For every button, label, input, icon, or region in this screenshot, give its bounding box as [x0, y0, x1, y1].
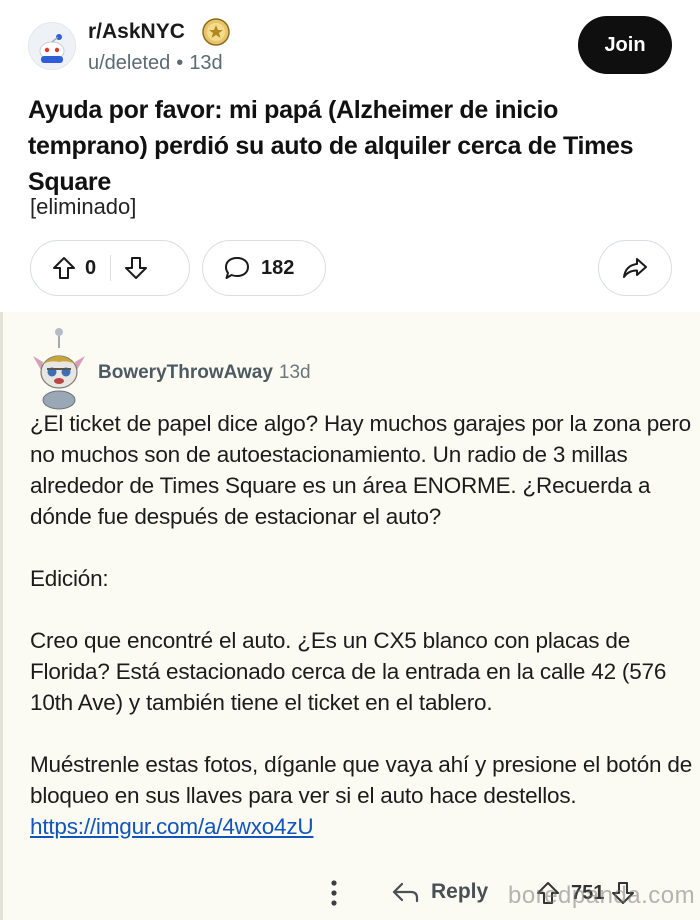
comment-meta: BoweryThrowAway 13d [98, 362, 311, 384]
post-age: 13d [189, 52, 223, 74]
share-button[interactable] [598, 240, 672, 296]
post-title[interactable]: Ayuda por favor: mi papá (Alzheimer de i… [28, 92, 678, 200]
comment-paragraph-3: Creo que encontré el auto. ¿Es un CX5 bl… [30, 628, 667, 715]
subreddit-name[interactable]: r/AskNYC [88, 20, 185, 44]
comment-author[interactable]: BoweryThrowAway [98, 362, 273, 383]
join-button[interactable]: Join [578, 16, 672, 74]
watermark: boredpanda.com [508, 882, 696, 909]
comment-bubble-icon [225, 257, 249, 279]
comment-paragraph-2: Edición: [30, 566, 109, 591]
award-icon [202, 18, 230, 46]
comment-paragraph-1: ¿El ticket de papel dice algo? Hay mucho… [30, 411, 691, 529]
upvote-arrow-icon[interactable] [51, 255, 77, 281]
user-avatar-icon[interactable] [29, 326, 89, 410]
comment-thread: BoweryThrowAway 13d ¿El ticket de papel d… [0, 312, 700, 920]
snoo-avatar-icon[interactable] [28, 22, 76, 70]
comment-count: 182 [261, 256, 295, 279]
post-author[interactable]: u/deleted [88, 52, 170, 74]
downvote-arrow-icon[interactable] [123, 255, 149, 281]
comment-age: 13d [278, 362, 311, 383]
share-arrow-icon [623, 258, 647, 278]
meta-dot: • [176, 52, 184, 74]
post-card: r/AskNYC u/deleted • 13d Join Ayuda por fa… [0, 0, 700, 312]
more-options-icon[interactable] [327, 878, 341, 908]
post-meta: u/deleted • 13d [88, 52, 223, 75]
comment-body: ¿El ticket de papel dice algo? Hay mucho… [30, 408, 700, 842]
reply-label: Reply [431, 880, 489, 903]
vote-divider [110, 255, 112, 281]
comment-paragraph-4: Muéstrenle estas fotos, díganle que vaya… [30, 752, 693, 808]
comments-button[interactable]: 182 [202, 240, 326, 296]
reply-arrow-icon [392, 882, 419, 903]
post-body: [eliminado] [30, 194, 137, 219]
post-score: 0 [85, 256, 97, 279]
reply-button[interactable]: Reply [391, 880, 488, 904]
vote-bar: 0 [30, 240, 190, 296]
imgur-link[interactable]: https://imgur.com/a/4wxo4zU [30, 814, 314, 839]
